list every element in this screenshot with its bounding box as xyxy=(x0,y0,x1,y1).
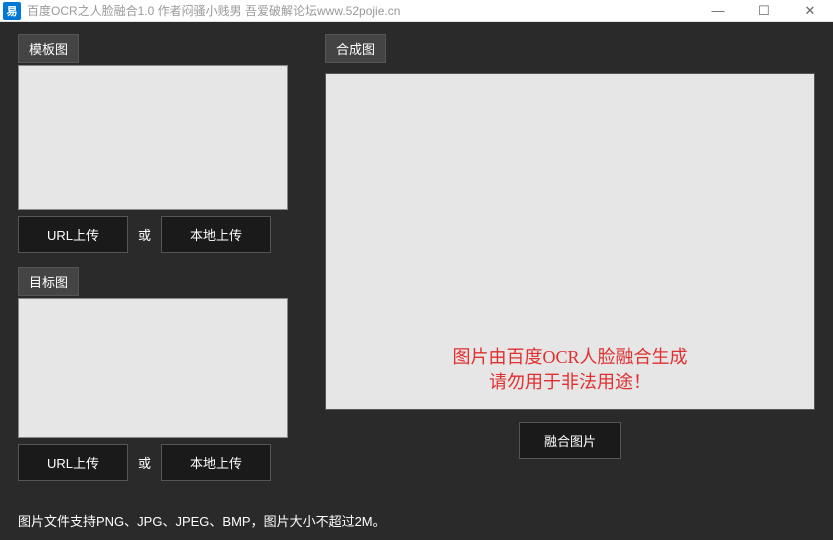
target-url-upload-button[interactable]: URL上传 xyxy=(18,444,128,481)
fuse-row: 融合图片 xyxy=(325,422,815,459)
template-label: 模板图 xyxy=(18,34,79,63)
maximize-button[interactable]: ☐ xyxy=(741,0,787,22)
window-controls: — ☐ ✕ xyxy=(695,0,833,22)
target-label: 目标图 xyxy=(18,267,79,296)
app-icon: 易 xyxy=(3,2,21,20)
template-image-box[interactable] xyxy=(18,65,288,210)
titlebar: 易 百度OCR之人脸融合1.0 作者闷骚小贱男 吾爱破解论坛www.52poji… xyxy=(0,0,833,22)
target-upload-row: URL上传 或 本地上传 xyxy=(18,444,306,481)
template-local-upload-button[interactable]: 本地上传 xyxy=(161,216,271,253)
left-column: 模板图 URL上传 或 本地上传 目标图 URL上传 或 本地上传 xyxy=(18,34,306,481)
close-button[interactable]: ✕ xyxy=(787,0,833,22)
result-label: 合成图 xyxy=(325,34,386,63)
result-image-box: 图片由百度OCR人脸融合生成 请勿用于非法用途！ xyxy=(326,74,814,409)
template-or-text: 或 xyxy=(138,225,151,244)
result-wrap: 图片由百度OCR人脸融合生成 请勿用于非法用途！ xyxy=(325,73,815,410)
window-title: 百度OCR之人脸融合1.0 作者闷骚小贱男 吾爱破解论坛www.52pojie.… xyxy=(27,2,695,19)
watermark-line1: 图片由百度OCR人脸融合生成 xyxy=(326,345,814,370)
target-image-box[interactable] xyxy=(18,298,288,438)
right-column: 合成图 图片由百度OCR人脸融合生成 请勿用于非法用途！ 融合图片 xyxy=(325,34,815,459)
template-url-upload-button[interactable]: URL上传 xyxy=(18,216,128,253)
template-section: 模板图 URL上传 或 本地上传 xyxy=(18,34,306,253)
fuse-button[interactable]: 融合图片 xyxy=(519,422,621,459)
result-watermark: 图片由百度OCR人脸融合生成 请勿用于非法用途！ xyxy=(326,345,814,395)
target-local-upload-button[interactable]: 本地上传 xyxy=(161,444,271,481)
template-upload-row: URL上传 或 本地上传 xyxy=(18,216,306,253)
app-body: 模板图 URL上传 或 本地上传 目标图 URL上传 或 本地上传 合成图 图片… xyxy=(0,22,833,540)
target-or-text: 或 xyxy=(138,453,151,472)
minimize-button[interactable]: — xyxy=(695,0,741,22)
footer-text: 图片文件支持PNG、JPG、JPEG、BMP，图片大小不超过2M。 xyxy=(18,511,386,530)
watermark-line2: 请勿用于非法用途！ xyxy=(326,370,814,395)
target-section: 目标图 URL上传 或 本地上传 xyxy=(18,267,306,481)
